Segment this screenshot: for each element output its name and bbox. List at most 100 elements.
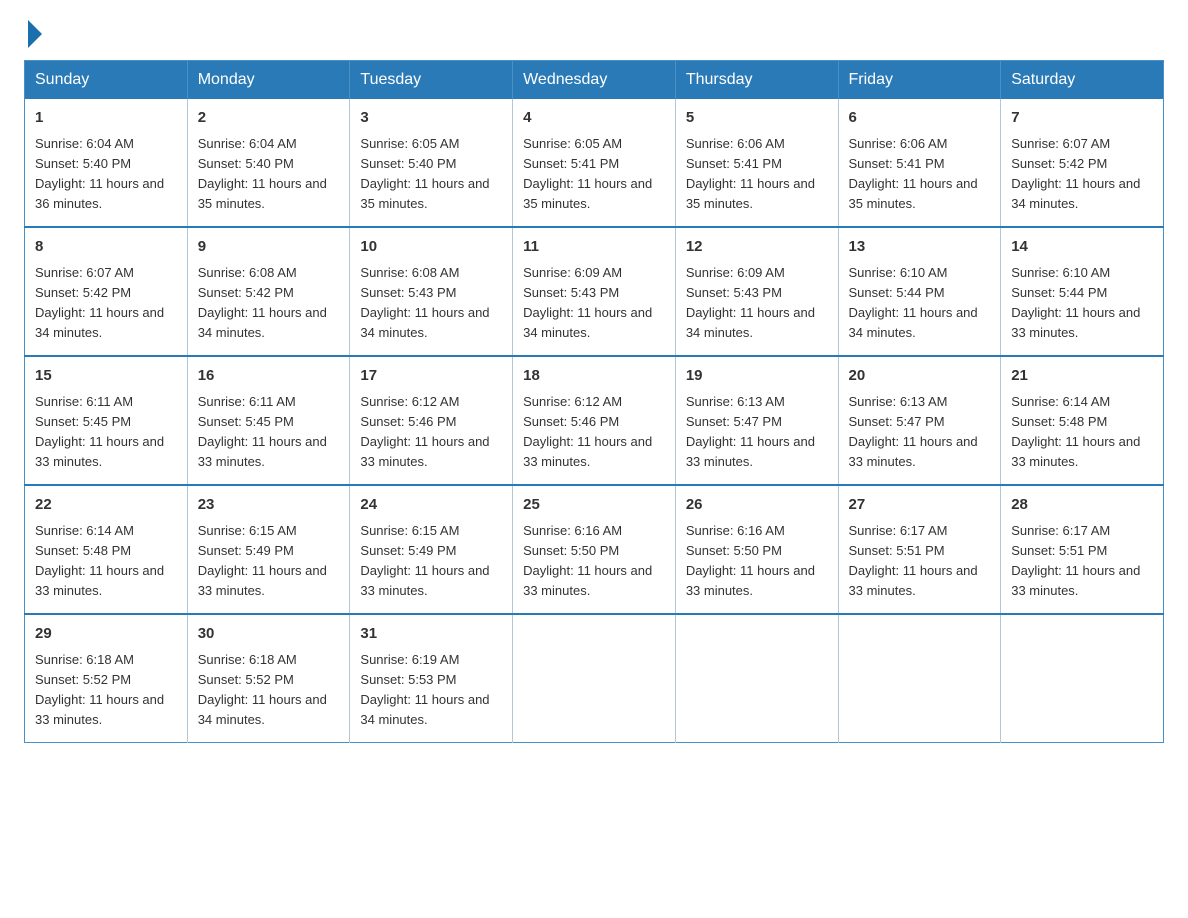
calendar-week-row: 8 Sunrise: 6:07 AMSunset: 5:42 PMDayligh… <box>25 227 1164 356</box>
calendar-cell: 19 Sunrise: 6:13 AMSunset: 5:47 PMDaylig… <box>675 356 838 485</box>
page-header <box>24 24 1164 44</box>
day-number: 10 <box>360 236 502 259</box>
day-info: Sunrise: 6:12 AMSunset: 5:46 PMDaylight:… <box>523 392 665 473</box>
calendar-week-row: 29 Sunrise: 6:18 AMSunset: 5:52 PMDaylig… <box>25 614 1164 743</box>
day-info: Sunrise: 6:09 AMSunset: 5:43 PMDaylight:… <box>523 263 665 344</box>
day-info: Sunrise: 6:14 AMSunset: 5:48 PMDaylight:… <box>1011 392 1153 473</box>
calendar-cell: 31 Sunrise: 6:19 AMSunset: 5:53 PMDaylig… <box>350 614 513 743</box>
day-info: Sunrise: 6:05 AMSunset: 5:40 PMDaylight:… <box>360 134 502 215</box>
calendar-cell: 3 Sunrise: 6:05 AMSunset: 5:40 PMDayligh… <box>350 99 513 227</box>
logo <box>24 24 42 44</box>
calendar-cell: 7 Sunrise: 6:07 AMSunset: 5:42 PMDayligh… <box>1001 99 1164 227</box>
calendar-cell: 1 Sunrise: 6:04 AMSunset: 5:40 PMDayligh… <box>25 99 188 227</box>
day-info: Sunrise: 6:17 AMSunset: 5:51 PMDaylight:… <box>1011 521 1153 602</box>
calendar-cell: 5 Sunrise: 6:06 AMSunset: 5:41 PMDayligh… <box>675 99 838 227</box>
calendar-cell: 4 Sunrise: 6:05 AMSunset: 5:41 PMDayligh… <box>513 99 676 227</box>
day-number: 17 <box>360 365 502 388</box>
calendar-cell: 2 Sunrise: 6:04 AMSunset: 5:40 PMDayligh… <box>187 99 350 227</box>
day-number: 15 <box>35 365 177 388</box>
calendar-header-tuesday: Tuesday <box>350 61 513 100</box>
day-info: Sunrise: 6:07 AMSunset: 5:42 PMDaylight:… <box>1011 134 1153 215</box>
day-info: Sunrise: 6:08 AMSunset: 5:43 PMDaylight:… <box>360 263 502 344</box>
calendar-week-row: 15 Sunrise: 6:11 AMSunset: 5:45 PMDaylig… <box>25 356 1164 485</box>
day-info: Sunrise: 6:08 AMSunset: 5:42 PMDaylight:… <box>198 263 340 344</box>
day-info: Sunrise: 6:15 AMSunset: 5:49 PMDaylight:… <box>360 521 502 602</box>
day-info: Sunrise: 6:14 AMSunset: 5:48 PMDaylight:… <box>35 521 177 602</box>
calendar-cell <box>838 614 1001 743</box>
day-number: 1 <box>35 107 177 130</box>
day-number: 13 <box>849 236 991 259</box>
day-info: Sunrise: 6:11 AMSunset: 5:45 PMDaylight:… <box>198 392 340 473</box>
calendar-cell: 6 Sunrise: 6:06 AMSunset: 5:41 PMDayligh… <box>838 99 1001 227</box>
calendar-cell: 20 Sunrise: 6:13 AMSunset: 5:47 PMDaylig… <box>838 356 1001 485</box>
day-info: Sunrise: 6:13 AMSunset: 5:47 PMDaylight:… <box>849 392 991 473</box>
day-number: 6 <box>849 107 991 130</box>
day-info: Sunrise: 6:17 AMSunset: 5:51 PMDaylight:… <box>849 521 991 602</box>
day-number: 9 <box>198 236 340 259</box>
logo-arrow-icon <box>28 20 42 48</box>
day-info: Sunrise: 6:16 AMSunset: 5:50 PMDaylight:… <box>523 521 665 602</box>
calendar-cell: 12 Sunrise: 6:09 AMSunset: 5:43 PMDaylig… <box>675 227 838 356</box>
calendar-cell: 24 Sunrise: 6:15 AMSunset: 5:49 PMDaylig… <box>350 485 513 614</box>
calendar-week-row: 22 Sunrise: 6:14 AMSunset: 5:48 PMDaylig… <box>25 485 1164 614</box>
calendar-cell: 16 Sunrise: 6:11 AMSunset: 5:45 PMDaylig… <box>187 356 350 485</box>
day-number: 24 <box>360 494 502 517</box>
calendar-cell: 21 Sunrise: 6:14 AMSunset: 5:48 PMDaylig… <box>1001 356 1164 485</box>
calendar-cell: 15 Sunrise: 6:11 AMSunset: 5:45 PMDaylig… <box>25 356 188 485</box>
calendar-cell <box>513 614 676 743</box>
day-number: 7 <box>1011 107 1153 130</box>
day-info: Sunrise: 6:05 AMSunset: 5:41 PMDaylight:… <box>523 134 665 215</box>
calendar-header-row: SundayMondayTuesdayWednesdayThursdayFrid… <box>25 61 1164 100</box>
day-info: Sunrise: 6:04 AMSunset: 5:40 PMDaylight:… <box>35 134 177 215</box>
calendar-cell: 18 Sunrise: 6:12 AMSunset: 5:46 PMDaylig… <box>513 356 676 485</box>
calendar-cell: 23 Sunrise: 6:15 AMSunset: 5:49 PMDaylig… <box>187 485 350 614</box>
day-number: 12 <box>686 236 828 259</box>
day-info: Sunrise: 6:06 AMSunset: 5:41 PMDaylight:… <box>686 134 828 215</box>
day-number: 23 <box>198 494 340 517</box>
day-info: Sunrise: 6:15 AMSunset: 5:49 PMDaylight:… <box>198 521 340 602</box>
day-number: 5 <box>686 107 828 130</box>
day-number: 16 <box>198 365 340 388</box>
day-number: 8 <box>35 236 177 259</box>
day-info: Sunrise: 6:18 AMSunset: 5:52 PMDaylight:… <box>198 650 340 731</box>
calendar-cell: 25 Sunrise: 6:16 AMSunset: 5:50 PMDaylig… <box>513 485 676 614</box>
calendar-table: SundayMondayTuesdayWednesdayThursdayFrid… <box>24 60 1164 743</box>
calendar-cell <box>1001 614 1164 743</box>
calendar-cell: 30 Sunrise: 6:18 AMSunset: 5:52 PMDaylig… <box>187 614 350 743</box>
calendar-cell: 13 Sunrise: 6:10 AMSunset: 5:44 PMDaylig… <box>838 227 1001 356</box>
calendar-header-sunday: Sunday <box>25 61 188 100</box>
day-info: Sunrise: 6:18 AMSunset: 5:52 PMDaylight:… <box>35 650 177 731</box>
day-number: 3 <box>360 107 502 130</box>
day-info: Sunrise: 6:07 AMSunset: 5:42 PMDaylight:… <box>35 263 177 344</box>
calendar-cell: 27 Sunrise: 6:17 AMSunset: 5:51 PMDaylig… <box>838 485 1001 614</box>
day-info: Sunrise: 6:12 AMSunset: 5:46 PMDaylight:… <box>360 392 502 473</box>
day-number: 29 <box>35 623 177 646</box>
day-number: 18 <box>523 365 665 388</box>
calendar-header-friday: Friday <box>838 61 1001 100</box>
calendar-header-monday: Monday <box>187 61 350 100</box>
day-info: Sunrise: 6:04 AMSunset: 5:40 PMDaylight:… <box>198 134 340 215</box>
day-number: 27 <box>849 494 991 517</box>
day-number: 25 <box>523 494 665 517</box>
day-number: 19 <box>686 365 828 388</box>
day-number: 11 <box>523 236 665 259</box>
day-info: Sunrise: 6:16 AMSunset: 5:50 PMDaylight:… <box>686 521 828 602</box>
day-info: Sunrise: 6:13 AMSunset: 5:47 PMDaylight:… <box>686 392 828 473</box>
day-info: Sunrise: 6:09 AMSunset: 5:43 PMDaylight:… <box>686 263 828 344</box>
day-number: 22 <box>35 494 177 517</box>
day-number: 28 <box>1011 494 1153 517</box>
day-info: Sunrise: 6:11 AMSunset: 5:45 PMDaylight:… <box>35 392 177 473</box>
day-info: Sunrise: 6:19 AMSunset: 5:53 PMDaylight:… <box>360 650 502 731</box>
calendar-cell: 17 Sunrise: 6:12 AMSunset: 5:46 PMDaylig… <box>350 356 513 485</box>
calendar-week-row: 1 Sunrise: 6:04 AMSunset: 5:40 PMDayligh… <box>25 99 1164 227</box>
day-number: 20 <box>849 365 991 388</box>
day-info: Sunrise: 6:10 AMSunset: 5:44 PMDaylight:… <box>849 263 991 344</box>
calendar-header-thursday: Thursday <box>675 61 838 100</box>
calendar-cell: 26 Sunrise: 6:16 AMSunset: 5:50 PMDaylig… <box>675 485 838 614</box>
calendar-header-wednesday: Wednesday <box>513 61 676 100</box>
day-number: 21 <box>1011 365 1153 388</box>
day-number: 26 <box>686 494 828 517</box>
day-number: 30 <box>198 623 340 646</box>
calendar-header-saturday: Saturday <box>1001 61 1164 100</box>
day-info: Sunrise: 6:06 AMSunset: 5:41 PMDaylight:… <box>849 134 991 215</box>
